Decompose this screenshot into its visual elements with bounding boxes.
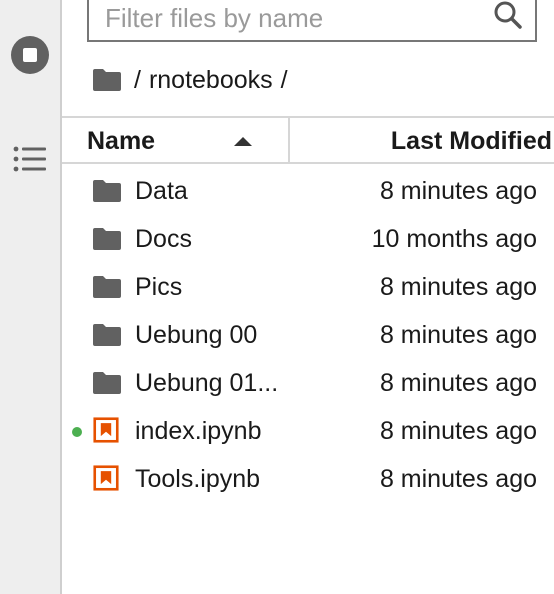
name-column-header[interactable]: Name — [62, 118, 290, 162]
folder-icon — [92, 371, 122, 395]
file-modified: 8 minutes ago — [379, 465, 537, 493]
folder-icon — [92, 179, 122, 203]
folder-icon — [92, 227, 122, 251]
name-column-label: Name — [87, 127, 156, 155]
notebook-icon — [93, 417, 119, 443]
file-modified: 8 minutes ago — [379, 321, 537, 349]
file-row[interactable]: Uebung 00 8 minutes ago — [62, 311, 554, 359]
file-row[interactable]: Uebung 01... 8 minutes ago — [62, 359, 554, 407]
file-modified: 10 months ago — [371, 225, 537, 253]
breadcrumb-separator: / — [280, 65, 288, 94]
file-modified: 8 minutes ago — [379, 273, 537, 301]
file-modified: 8 minutes ago — [379, 177, 537, 205]
file-row[interactable]: Data 8 minutes ago — [62, 167, 554, 215]
file-name: Docs — [135, 225, 192, 253]
file-name: index.ipynb — [135, 417, 262, 445]
file-browser: / rnotebooks / Name Last Modified Data 8 … — [62, 0, 554, 594]
filter-box — [87, 0, 537, 42]
file-row[interactable]: Tools.ipynb 8 minutes ago — [62, 455, 554, 503]
breadcrumb-root[interactable]: / — [134, 66, 141, 95]
notebook-icon — [93, 465, 119, 491]
file-row[interactable]: Pics 8 minutes ago — [62, 263, 554, 311]
running-sessions-tab[interactable] — [0, 31, 60, 79]
search-icon[interactable] — [493, 0, 523, 30]
running-indicator — [72, 427, 82, 437]
last-modified-column-header[interactable]: Last Modified — [391, 127, 552, 156]
folder-icon — [92, 275, 122, 299]
running-sessions-icon — [11, 36, 49, 74]
file-modified: 8 minutes ago — [379, 369, 537, 397]
breadcrumb: / rnotebooks / — [92, 62, 296, 98]
sort-ascending-icon — [234, 137, 252, 146]
breadcrumb-folder[interactable]: rnotebooks — [149, 66, 273, 95]
file-modified: 8 minutes ago — [379, 417, 537, 445]
file-name: Uebung 01... — [135, 369, 279, 397]
folder-icon — [92, 323, 122, 347]
file-name: Uebung 00 — [135, 321, 258, 349]
left-sidebar — [0, 0, 62, 594]
table-of-contents-tab[interactable] — [0, 135, 60, 183]
folder-home-icon[interactable] — [92, 68, 122, 92]
table-of-contents-icon — [13, 146, 46, 172]
file-row[interactable]: Docs 10 months ago — [62, 215, 554, 263]
file-list-header: Name Last Modified — [62, 116, 554, 164]
file-name: Data — [135, 177, 188, 205]
file-name: Pics — [135, 273, 183, 301]
filter-input[interactable] — [105, 0, 485, 38]
file-row[interactable]: index.ipynb 8 minutes ago — [62, 407, 554, 455]
file-list: Data 8 minutes ago Docs 10 months ago Pics 8 … — [62, 167, 554, 503]
file-name: Tools.ipynb — [135, 465, 261, 493]
